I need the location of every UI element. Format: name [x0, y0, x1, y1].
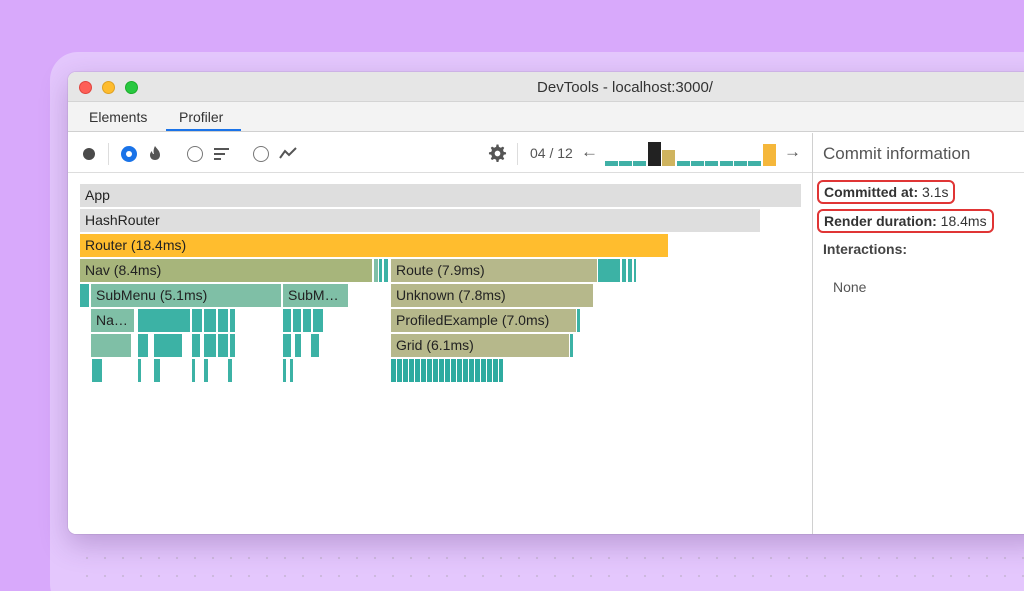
commit-bar[interactable]: [748, 161, 761, 166]
render-duration-label: Render duration:: [824, 213, 937, 229]
devtools-window: DevTools - localhost:3000/ Elements Prof…: [68, 72, 1024, 534]
flamegraph-node[interactable]: [204, 309, 216, 332]
interactions-label: Interactions:: [823, 241, 908, 257]
commit-bar[interactable]: [691, 161, 704, 166]
commit-information-title: Commit information: [823, 144, 971, 163]
flamegraph-node[interactable]: [622, 259, 626, 282]
line-chart-icon: [279, 147, 297, 159]
toolbar-divider: [108, 143, 109, 165]
flamegraph-node-submenu[interactable]: SubMenu (5.1ms): [91, 284, 281, 307]
flamegraph-node[interactable]: [80, 284, 89, 307]
devtools-tab-bar: Elements Profiler: [68, 102, 1024, 132]
flamegraph-node[interactable]: [138, 334, 148, 357]
flamegraph-node[interactable]: [138, 309, 190, 332]
interactions-value: None: [833, 279, 867, 295]
ranked-view-radio[interactable]: [187, 146, 203, 162]
flamegraph-node[interactable]: [283, 309, 291, 332]
flamegraph-node[interactable]: [154, 359, 160, 382]
flamegraph-node[interactable]: [379, 259, 382, 282]
flamegraph-node[interactable]: [283, 359, 286, 382]
commit-information-header: Commit information: [813, 133, 1024, 173]
commit-bar[interactable]: [734, 161, 747, 166]
flamegraph-node[interactable]: [218, 334, 228, 357]
flamegraph-node[interactable]: [204, 359, 208, 382]
toolbar-divider: [517, 143, 518, 165]
flamegraph-node[interactable]: [230, 309, 235, 332]
committed-at-value: 3.1s: [918, 184, 949, 200]
commit-bar[interactable]: [662, 150, 675, 166]
commit-bar-selected[interactable]: [648, 142, 661, 166]
flamegraph-node[interactable]: [295, 334, 301, 357]
flamegraph-node[interactable]: [374, 259, 378, 282]
commit-bar[interactable]: [720, 161, 733, 166]
flamegraph-node[interactable]: [92, 359, 102, 382]
flamegraph-node[interactable]: [218, 309, 228, 332]
committed-at-row: Committed at: 3.1s: [817, 180, 956, 204]
commit-selector[interactable]: [605, 133, 779, 173]
flamegraph-node-app[interactable]: App: [80, 184, 801, 207]
commit-bar[interactable]: [605, 161, 618, 166]
commit-bar[interactable]: [763, 144, 776, 166]
timeline-view-radio[interactable]: [253, 146, 269, 162]
flamegraph-view-radio[interactable]: [121, 146, 137, 162]
committed-at-label: Committed at:: [824, 184, 919, 200]
flamegraph-node[interactable]: [384, 259, 388, 282]
flamegraph-node[interactable]: [192, 309, 202, 332]
flamegraph-node-submenu-2[interactable]: SubM…: [283, 284, 348, 307]
gear-icon[interactable]: [488, 144, 507, 163]
window-title: DevTools - localhost:3000/: [537, 79, 713, 96]
render-duration-row: Render duration: 18.4ms: [817, 209, 994, 233]
flamegraph-node-profiledexample[interactable]: ProfiledExample (7.0ms): [391, 309, 576, 332]
background-dots: [72, 545, 1024, 591]
profiler-toolbar: 04 / 12 ← →: [68, 133, 812, 173]
ranked-chart-icon: [214, 148, 229, 160]
flamegraph-node[interactable]: [228, 359, 232, 382]
flame-icon: [150, 146, 160, 160]
commit-bar[interactable]: [619, 161, 632, 166]
commit-information-panel: Commit information Committed at: 3.1s Re…: [812, 133, 1024, 534]
title-bar: DevTools - localhost:3000/: [68, 72, 1024, 102]
flamegraph-node[interactable]: [628, 259, 632, 282]
flamegraph-node[interactable]: [311, 334, 319, 357]
flamegraph-node[interactable]: [154, 334, 182, 357]
tab-elements[interactable]: Elements: [89, 109, 147, 125]
active-tab-indicator: [166, 129, 241, 131]
flamegraph-node-hashrouter[interactable]: HashRouter: [80, 209, 760, 232]
commit-bar[interactable]: [677, 161, 690, 166]
flamegraph-node[interactable]: [634, 259, 636, 282]
flamegraph-node[interactable]: [598, 259, 620, 282]
flamegraph-node[interactable]: [290, 359, 293, 382]
commit-bar[interactable]: [705, 161, 718, 166]
flamegraph-node[interactable]: [230, 334, 235, 357]
flamegraph-node[interactable]: [313, 309, 323, 332]
flamegraph-node[interactable]: [192, 334, 200, 357]
flamegraph-chart: App HashRouter Router (18.4ms) Nav (8.4m…: [68, 173, 812, 534]
next-commit-button[interactable]: →: [784, 142, 801, 162]
tab-profiler[interactable]: Profiler: [179, 109, 223, 125]
flamegraph-node[interactable]: [192, 359, 195, 382]
commit-bar[interactable]: [633, 161, 646, 166]
flamegraph-node-grid[interactable]: Grid (6.1ms): [391, 334, 569, 357]
flamegraph-node-route[interactable]: Route (7.9ms): [391, 259, 597, 282]
flamegraph-node[interactable]: [204, 334, 216, 357]
flamegraph-node-router[interactable]: Router (18.4ms): [80, 234, 668, 257]
flamegraph-node-nav-short[interactable]: Na…: [91, 309, 134, 332]
flamegraph-node[interactable]: [577, 309, 580, 332]
commit-index: 04 / 12: [530, 145, 573, 161]
flamegraph-node[interactable]: [293, 309, 301, 332]
flamegraph-node[interactable]: [91, 334, 131, 357]
flamegraph-node[interactable]: [138, 359, 141, 382]
flamegraph-node[interactable]: [570, 334, 573, 357]
render-duration-value: 18.4ms: [936, 213, 987, 229]
flamegraph-node-group[interactable]: [391, 359, 503, 382]
flamegraph-node[interactable]: [303, 309, 311, 332]
record-button[interactable]: [83, 148, 95, 160]
flamegraph-node[interactable]: [283, 334, 291, 357]
previous-commit-button[interactable]: ←: [581, 142, 598, 162]
flamegraph-node-nav[interactable]: Nav (8.4ms): [80, 259, 372, 282]
flamegraph-node-unknown[interactable]: Unknown (7.8ms): [391, 284, 593, 307]
